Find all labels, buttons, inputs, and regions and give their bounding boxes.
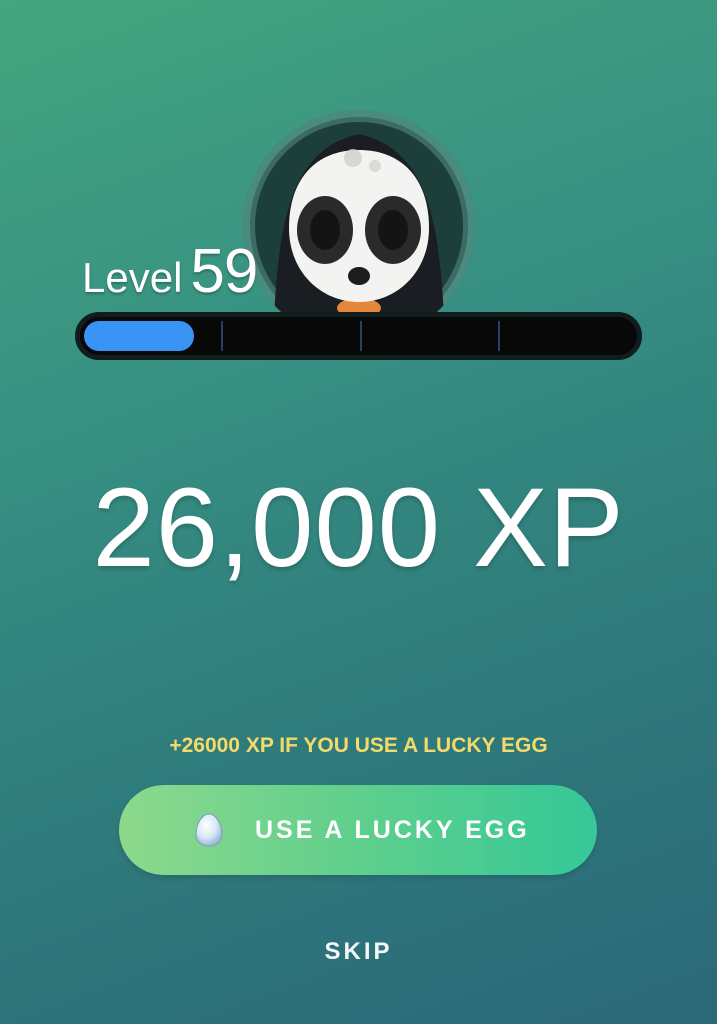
use-lucky-egg-button[interactable]: USE A LUCKY EGG: [119, 785, 597, 875]
lucky-egg-icon: [195, 813, 223, 847]
xp-progress-divider: [360, 321, 362, 351]
xp-progress-divider: [221, 321, 223, 351]
level-label: Level 59: [82, 236, 258, 306]
skip-button[interactable]: SKIP: [308, 932, 409, 972]
lucky-egg-hint: +26000 XP IF YOU USE A LUCKY EGG: [169, 734, 548, 757]
xp-reward-amount: 26,000 XP: [92, 465, 625, 590]
xp-progress-fill: [84, 321, 194, 351]
level-word: Level: [82, 254, 183, 301]
level-number: 59: [190, 237, 258, 306]
player-avatar[interactable]: [243, 110, 475, 342]
xp-progress-divider: [498, 321, 500, 351]
use-lucky-egg-label: USE A LUCKY EGG: [255, 816, 530, 844]
avatar-illustration: [255, 122, 463, 342]
xp-progress-bar: [75, 312, 642, 360]
